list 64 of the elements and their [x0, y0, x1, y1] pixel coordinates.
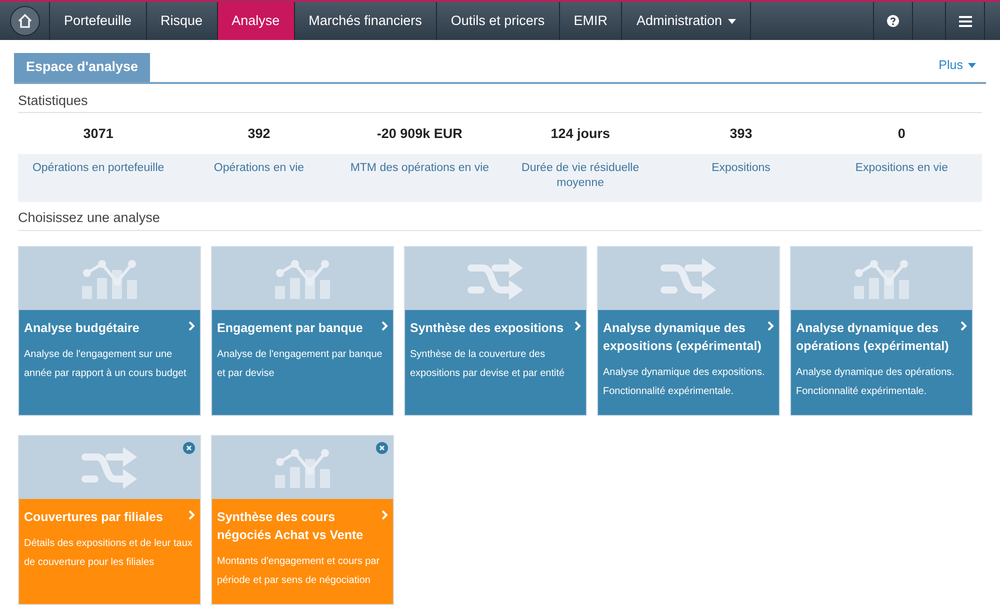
statistic-label: Expositions en vie	[855, 161, 948, 176]
statistic-value: 393	[728, 125, 754, 144]
analysis-card[interactable]: Analyse dynamique des expositions (expérimental) Analyse dynamique des expositions. Fonctionnalité expérimentale.	[597, 246, 780, 416]
shuffle-icon	[466, 256, 524, 300]
card-title: Analyse budgétaire	[24, 320, 140, 336]
section-title: Choisissez une analyse	[18, 208, 982, 230]
card-title: Synthèse des expositions	[410, 320, 564, 336]
shuffle-icon	[80, 445, 138, 489]
statistic-label: Expositions	[712, 161, 770, 176]
close-icon	[379, 444, 385, 450]
card-title: Engagement par banque	[217, 320, 363, 336]
statistic-label: MTM des opérations en vie	[350, 161, 490, 176]
card-description: Analyse de l'engagement par banque et par devise	[217, 348, 384, 380]
card-description: Analyse de l'engagement sur une année par rapport à un cours budget	[24, 348, 188, 380]
card-description: Synthèse de la couverture des expositions par devise et par entité	[410, 348, 566, 380]
menu-icon	[958, 16, 972, 26]
card-title: Couvertures par filiales	[24, 508, 163, 526]
workspace-tab[interactable]: Espace d'analyse	[14, 53, 150, 82]
chevron-right-icon	[767, 320, 774, 330]
card-title: Analyse dynamique des expositions (expérimental)	[603, 320, 762, 354]
card-title: Synthèse des cours négociés Achat vs Vente	[217, 508, 364, 544]
analysis-card[interactable]: Couvertures par filiales Détails des expositions et de leur taux de couverture pour les filiales	[18, 434, 201, 604]
statistic-label: Opérations en vie	[214, 161, 304, 176]
analysis-card[interactable]: Synthèse des cours négociés Achat vs Vente Montants d'engagement et cours par période et par sens de négociation	[211, 434, 394, 604]
statistic-value: -20 909k EUR	[376, 125, 464, 144]
analysis-card[interactable]: Engagement par banque Analyse de l'engagement par banque et par devise	[211, 246, 394, 416]
analysis-card[interactable]: Synthèse des expositions Synthèse de la couverture des expositions par devise et par entité	[404, 246, 587, 416]
card-description: Analyse dynamique des expositions. Fonctionnalité expérimentale.	[603, 366, 766, 398]
chevron-right-icon	[188, 510, 195, 520]
chevron-right-icon	[188, 320, 195, 330]
caret-icon	[728, 18, 736, 24]
close-icon	[186, 444, 192, 450]
statistic-label: Durée de vie résiduelle moyenne	[520, 161, 640, 192]
chevron-right-icon	[381, 320, 388, 330]
nav-tab[interactable]: Administration	[622, 2, 751, 40]
nav-tab[interactable]: Marchés financiers	[294, 2, 437, 40]
menu-button[interactable]	[945, 2, 985, 40]
chevron-right-icon	[574, 320, 581, 330]
remove-button[interactable]	[183, 442, 195, 454]
section-title: Statistiques	[18, 91, 982, 114]
shuffle-icon	[660, 256, 718, 300]
analysis-card[interactable]: Analyse dynamique des opérations (expérimental) Analyse dynamique des opérations. Fonctionnalité expérimentale.	[790, 246, 973, 416]
statistic-value: 124 jours	[550, 125, 611, 144]
statistic-value: 0	[896, 125, 906, 144]
more-menu-button[interactable]: Plus	[938, 56, 976, 75]
statistic-label: Opérations en portefeuille	[32, 161, 164, 176]
card-description: Montants d'engagement et cours par période et par sens de négociation	[217, 554, 381, 588]
statistic-value: 3071	[82, 125, 114, 144]
help-icon	[887, 15, 899, 27]
home-button[interactable]	[10, 6, 40, 36]
nav-tab[interactable]: Outils et pricers	[436, 2, 560, 40]
statistic-value: 392	[246, 125, 272, 144]
card-description: Détails des expositions et de leur taux de couverture pour les filiales	[24, 536, 194, 570]
card-description: Analyse dynamique des opérations. Fonctionnalité expérimentale.	[796, 366, 956, 398]
remove-button[interactable]	[376, 442, 388, 454]
chevron-right-icon	[381, 510, 388, 520]
nav-tab[interactable]: Analyse	[218, 2, 295, 40]
home-icon	[16, 13, 32, 29]
card-title: Analyse dynamique des opérations (expérimental)	[796, 320, 950, 354]
caret-icon	[968, 63, 976, 68]
chevron-right-icon	[960, 320, 967, 330]
analysis-card[interactable]: Analyse budgétaire Analyse de l'engagement sur une année par rapport à un cours budget	[18, 246, 201, 416]
nav-tab[interactable]: EMIR	[560, 2, 622, 40]
nav-tab[interactable]: Portefeuille	[50, 2, 147, 40]
